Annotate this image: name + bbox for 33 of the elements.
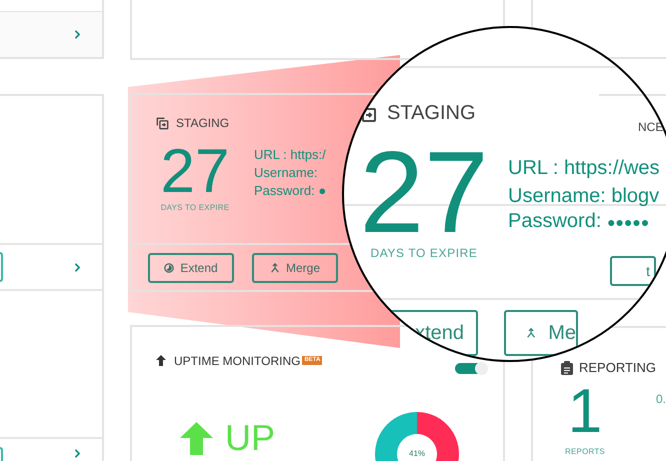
stacked-squares-icon: [156, 116, 169, 130]
toggle-switch[interactable]: [455, 363, 487, 374]
card-title: NCE: [638, 119, 664, 136]
url-text: URL : https:/: [254, 146, 326, 164]
username-text: Username: blogv: [508, 184, 660, 209]
card-title: STAGING: [387, 101, 476, 126]
donut-label: 41%: [408, 449, 426, 459]
card-title: STAGING: [176, 115, 230, 132]
status-text: UP: [225, 420, 276, 456]
merge-button[interactable]: Merge: [252, 252, 338, 282]
clipboard-icon: [561, 360, 573, 375]
metric-value: 0.: [656, 390, 666, 408]
days-count: 27: [359, 140, 489, 244]
extend-button[interactable]: Extend: [148, 252, 234, 282]
outlined-button[interactable]: [0, 252, 3, 282]
days-label: DAYS TO EXPIRE: [160, 202, 230, 214]
days-label: DAYS TO EXPIRE: [370, 245, 478, 262]
password-text: Password: ●●●●●: [508, 210, 650, 233]
merge-icon: [270, 262, 280, 272]
password-text: Password: ●: [254, 182, 326, 200]
card-title: UPTIME MONITORING: [174, 352, 300, 370]
outlined-button[interactable]: t: [610, 256, 656, 286]
merge-button[interactable]: Me: [504, 310, 578, 356]
card-title: REPORTING: [579, 359, 656, 377]
half-circle-icon: [164, 262, 174, 272]
reports-label: REPORTS: [565, 446, 605, 458]
arrow-up-icon: [156, 355, 166, 366]
username-text: Username:: [254, 164, 319, 182]
arrow-up-icon: [180, 422, 213, 454]
url-text: URL : https://wes: [508, 156, 660, 181]
days-count: 27: [160, 142, 230, 202]
merge-icon: [526, 326, 536, 340]
reports-count: 1: [568, 378, 602, 446]
